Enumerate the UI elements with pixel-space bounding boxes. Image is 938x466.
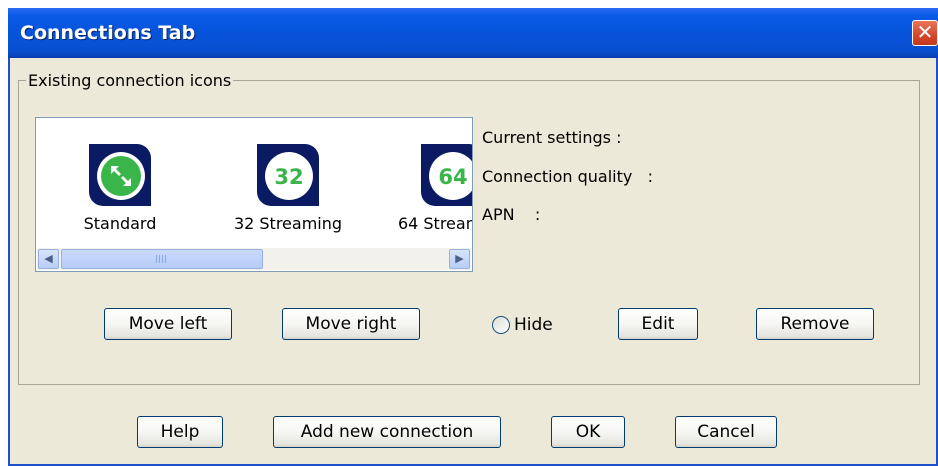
scroll-right-button[interactable]: ▶ — [449, 249, 470, 269]
scroll-left-button[interactable]: ◀ — [38, 249, 59, 269]
move-right-button[interactable]: Move right — [282, 308, 420, 340]
icon-glyph: 32 — [274, 165, 303, 189]
connection-quality-label: Connection quality : — [482, 167, 653, 186]
connection-label: Standard — [83, 214, 157, 233]
chevron-left-icon: ◀ — [44, 252, 53, 265]
connection-label: 32 Streaming — [233, 214, 343, 233]
hide-radio[interactable] — [492, 316, 510, 334]
cancel-button[interactable]: Cancel — [675, 416, 777, 448]
current-settings-label: Current settings : — [482, 128, 622, 147]
window-title: Connections Tab — [20, 22, 196, 44]
hide-option[interactable]: Hide — [492, 314, 553, 336]
group-label: Existing connection icons — [26, 71, 234, 90]
streaming-32-icon: 32 — [257, 144, 319, 206]
add-new-connection-button[interactable]: Add new connection — [273, 416, 501, 448]
scroll-thumb[interactable] — [61, 249, 263, 269]
grip-icon — [156, 255, 168, 263]
connection-icon-list[interactable]: Standard 32 32 Streaming 64 64 Streaming… — [35, 117, 473, 272]
hide-label: Hide — [514, 315, 553, 335]
connection-label: 64 Streaming — [397, 214, 472, 233]
close-icon: ✕ — [916, 20, 934, 44]
move-left-button[interactable]: Move left — [104, 308, 232, 340]
ok-button[interactable]: OK — [551, 416, 625, 448]
streaming-64-icon: 64 — [421, 144, 472, 206]
apn-label: APN : — [482, 205, 541, 224]
icon-glyph: 64 — [438, 165, 467, 189]
title-bar[interactable]: Connections Tab ✕ — [8, 8, 938, 58]
connection-item-64-streaming[interactable]: 64 64 Streaming — [382, 140, 472, 233]
connection-item-standard[interactable]: Standard — [50, 140, 190, 233]
connection-item-32-streaming[interactable]: 32 32 Streaming — [218, 140, 358, 233]
horizontal-scrollbar[interactable]: ◀ ▶ — [37, 248, 471, 270]
edit-button[interactable]: Edit — [618, 308, 698, 340]
standard-connection-icon — [89, 144, 151, 206]
help-button[interactable]: Help — [137, 416, 223, 448]
remove-button[interactable]: Remove — [756, 308, 874, 340]
close-button[interactable]: ✕ — [912, 20, 938, 46]
chevron-right-icon: ▶ — [455, 252, 464, 265]
